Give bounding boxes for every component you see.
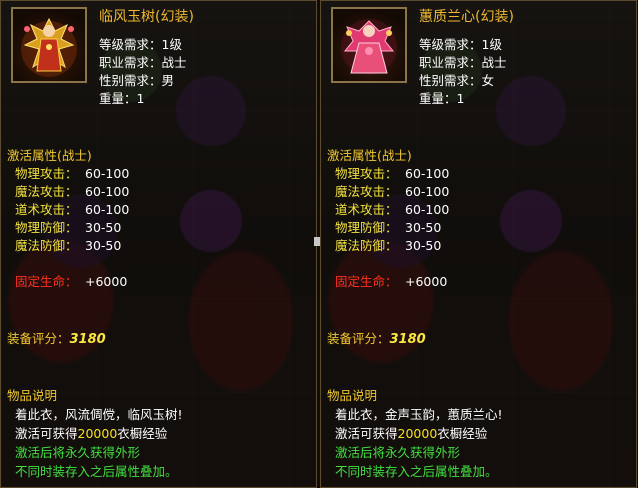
item-tooltip-left: 临风玉树(幻装) 等级需求：1级 职业需求：战士 性别需求：男 重量：1 激活属… <box>0 0 317 488</box>
fixed-hp: 固定生命： +6000 <box>335 274 448 289</box>
stat-physical-defense: 物理防御： 30-50 <box>15 220 122 235</box>
gender-requirement: 性别需求：男 <box>99 73 175 88</box>
stat-magic-attack: 魔法攻击： 60-100 <box>335 184 450 199</box>
level-requirement: 等级需求：1级 <box>419 37 502 52</box>
class-requirement: 职业需求：战士 <box>99 55 187 70</box>
equipment-score: 装备评分：3180 <box>7 331 106 347</box>
item-tooltip-right: 蕙质兰心(幻装) 等级需求：1级 职业需求：战士 性别需求：女 重量：1 激活属… <box>320 0 637 488</box>
description-stacking: 不同时装存入之后属性叠加。 <box>335 464 498 479</box>
female-fashion-dress-icon <box>331 7 407 83</box>
description-title: 物品说明 <box>7 388 58 403</box>
description-exp: 激活可获得20000衣橱经验 <box>15 426 168 441</box>
description-permanent: 激活后将永久获得外形 <box>15 445 141 460</box>
item-name: 临风玉树(幻装) <box>99 9 194 25</box>
description-permanent: 激活后将永久获得外形 <box>335 445 461 460</box>
level-requirement: 等级需求：1级 <box>99 37 182 52</box>
class-requirement: 职业需求：战士 <box>419 55 507 70</box>
description-stacking: 不同时装存入之后属性叠加。 <box>15 464 178 479</box>
stat-magic-defense: 魔法防御： 30-50 <box>335 238 442 253</box>
stat-physical-attack: 物理攻击： 60-100 <box>15 166 130 181</box>
male-fashion-robe-icon <box>11 7 87 83</box>
stat-physical-defense: 物理防御： 30-50 <box>335 220 442 235</box>
stat-magic-defense: 魔法防御： 30-50 <box>15 238 122 253</box>
description-exp: 激活可获得20000衣橱经验 <box>335 426 488 441</box>
activate-attributes-title: 激活属性(战士) <box>7 148 92 163</box>
stat-taoist-attack: 道术攻击： 60-100 <box>335 202 450 217</box>
weight: 重量：1 <box>419 91 465 106</box>
equipment-score: 装备评分：3180 <box>327 331 426 347</box>
gender-requirement: 性别需求：女 <box>419 73 495 88</box>
fixed-hp: 固定生命： +6000 <box>15 274 128 289</box>
description-flavor: 着此衣，金声玉韵，蕙质兰心! <box>335 407 503 422</box>
description-title: 物品说明 <box>327 388 378 403</box>
stat-magic-attack: 魔法攻击： 60-100 <box>15 184 130 199</box>
weight: 重量：1 <box>99 91 145 106</box>
stat-physical-attack: 物理攻击： 60-100 <box>335 166 450 181</box>
item-name: 蕙质兰心(幻装) <box>419 9 514 25</box>
description-flavor: 着此衣，风流倜傥，临风玉树! <box>15 407 183 422</box>
activate-attributes-title: 激活属性(战士) <box>327 148 412 163</box>
stat-taoist-attack: 道术攻击： 60-100 <box>15 202 130 217</box>
